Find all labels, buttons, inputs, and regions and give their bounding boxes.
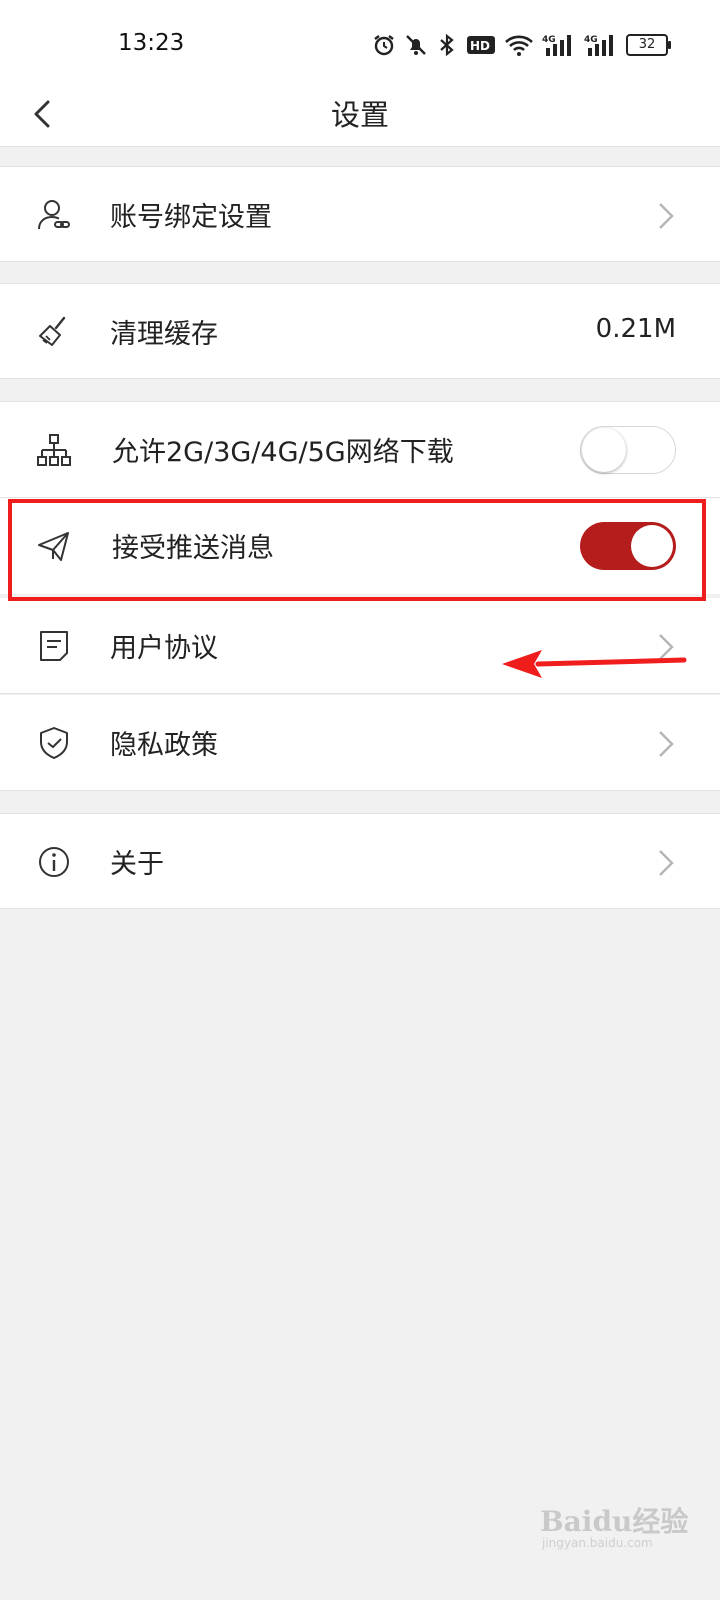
info-icon xyxy=(39,847,69,877)
settings-label-mobile-download: 允许2G/3G/4G/5G网络下载 xyxy=(112,437,454,468)
settings-label-privacy: 隐私政策 xyxy=(110,730,218,761)
settings-row-mobile-download: 允许2G/3G/4G/5G网络下载 xyxy=(0,401,720,498)
user-link-icon xyxy=(38,200,70,230)
bluetooth-icon xyxy=(440,33,454,57)
shield-check-icon xyxy=(40,727,68,759)
net-label-1: 4G xyxy=(542,35,556,45)
hd-icon: HD xyxy=(467,36,495,54)
mute-bell-icon xyxy=(406,35,426,55)
mobile-download-toggle[interactable] xyxy=(580,426,676,474)
battery-indicator: 32 xyxy=(626,34,671,56)
baidu-watermark: Baidu经验 xyxy=(540,1505,689,1538)
settings-row-privacy[interactable]: 隐私政策 xyxy=(0,695,720,791)
app-header: 设置 xyxy=(0,90,720,147)
document-icon xyxy=(40,631,68,661)
cache-size-value: 0.21M xyxy=(595,314,676,344)
settings-row-cache[interactable]: 清理缓存 0.21M xyxy=(0,283,720,379)
wifi-icon xyxy=(505,35,533,56)
settings-label-about: 关于 xyxy=(110,849,164,880)
toggle-knob xyxy=(582,428,626,472)
annotation-arrow-icon xyxy=(502,650,687,678)
signal-4g-icon: 4G xyxy=(542,35,571,56)
baidu-watermark-url: jingyan.baidu.com xyxy=(542,1536,653,1550)
net-label-2: 4G xyxy=(584,35,598,45)
annotation-highlight-box xyxy=(8,499,706,601)
settings-label-account: 账号绑定设置 xyxy=(110,202,272,233)
broom-icon xyxy=(39,316,66,346)
network-tree-icon xyxy=(37,434,71,466)
page-title: 设置 xyxy=(330,98,389,132)
settings-label-cache: 清理缓存 xyxy=(110,319,218,350)
settings-label-agreement: 用户协议 xyxy=(110,633,218,664)
status-time: 13:23 xyxy=(118,30,185,56)
settings-row-account[interactable]: 账号绑定设置 xyxy=(0,166,720,262)
chevron-right-icon xyxy=(659,203,674,229)
settings-row-about[interactable]: 关于 xyxy=(0,813,720,909)
status-icons: HD 4G 4G 32 xyxy=(372,30,671,60)
chevron-right-icon xyxy=(659,850,674,876)
chevron-right-icon xyxy=(659,731,674,757)
hd-label: HD xyxy=(470,39,490,53)
status-bar: 13:23 HD 4G 4G 32 xyxy=(0,0,720,90)
alarm-icon xyxy=(374,35,394,56)
signal-4g-icon-2: 4G xyxy=(584,35,613,56)
